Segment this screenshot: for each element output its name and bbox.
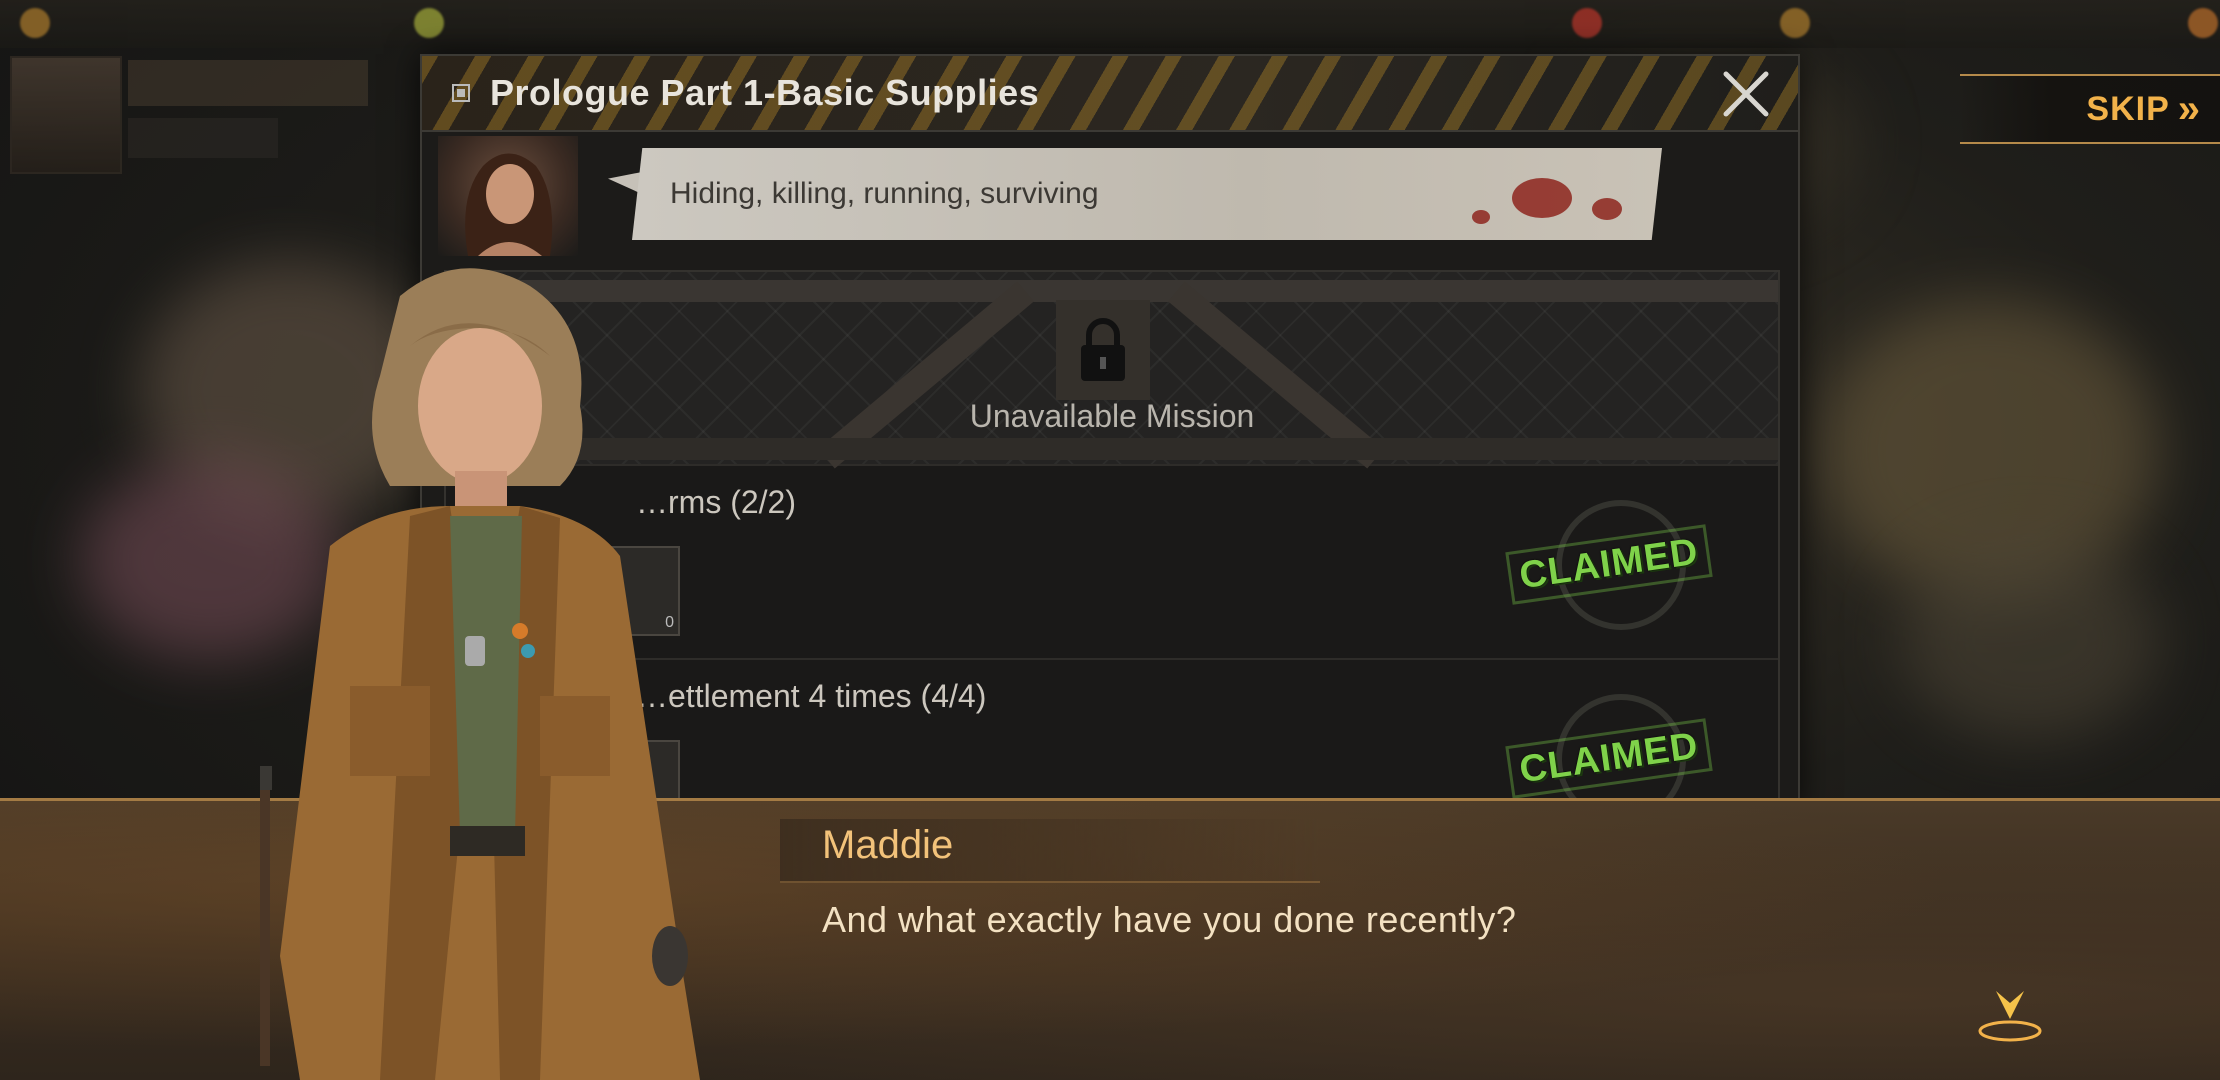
double-chevron-right-icon: » [2177,87,2200,131]
resource-icon [2188,8,2218,38]
skip-label: SKIP [2086,89,2170,128]
resource-top-bar [0,0,2220,48]
character-portrait [260,268,700,1080]
speech-bubble-tail [608,172,642,194]
speech-bubble: Hiding, killing, running, surviving [632,148,1662,240]
skip-button[interactable]: SKIP » [1960,74,2220,144]
resource-icon [20,8,50,38]
claimed-stamp: CLAIMED [1505,500,1728,630]
player-avatar [10,56,122,174]
close-icon[interactable] [1718,66,1774,122]
panel-header: Prologue Part 1-Basic Supplies [422,56,1798,132]
speaker-name: Maddie [822,823,954,867]
player-level-bar [128,118,278,158]
npc-portrait [438,136,578,256]
dialogue-text: And what exactly have you done recently? [822,899,1517,940]
npc-speech-text: Hiding, killing, running, surviving [670,177,1099,210]
claimed-stamp: CLAIMED [1505,694,1728,808]
resource-icon [1780,8,1810,38]
mission-icon [452,84,470,102]
padlock-icon [1056,300,1150,400]
npc-speech-row: Hiding, killing, running, surviving [422,132,1798,260]
panel-title: Prologue Part 1-Basic Supplies [490,72,1040,113]
continue-arrow-icon[interactable] [1970,985,2050,1045]
resource-icon [414,8,444,38]
resource-icon [1572,8,1602,38]
player-power-bar [128,60,368,106]
